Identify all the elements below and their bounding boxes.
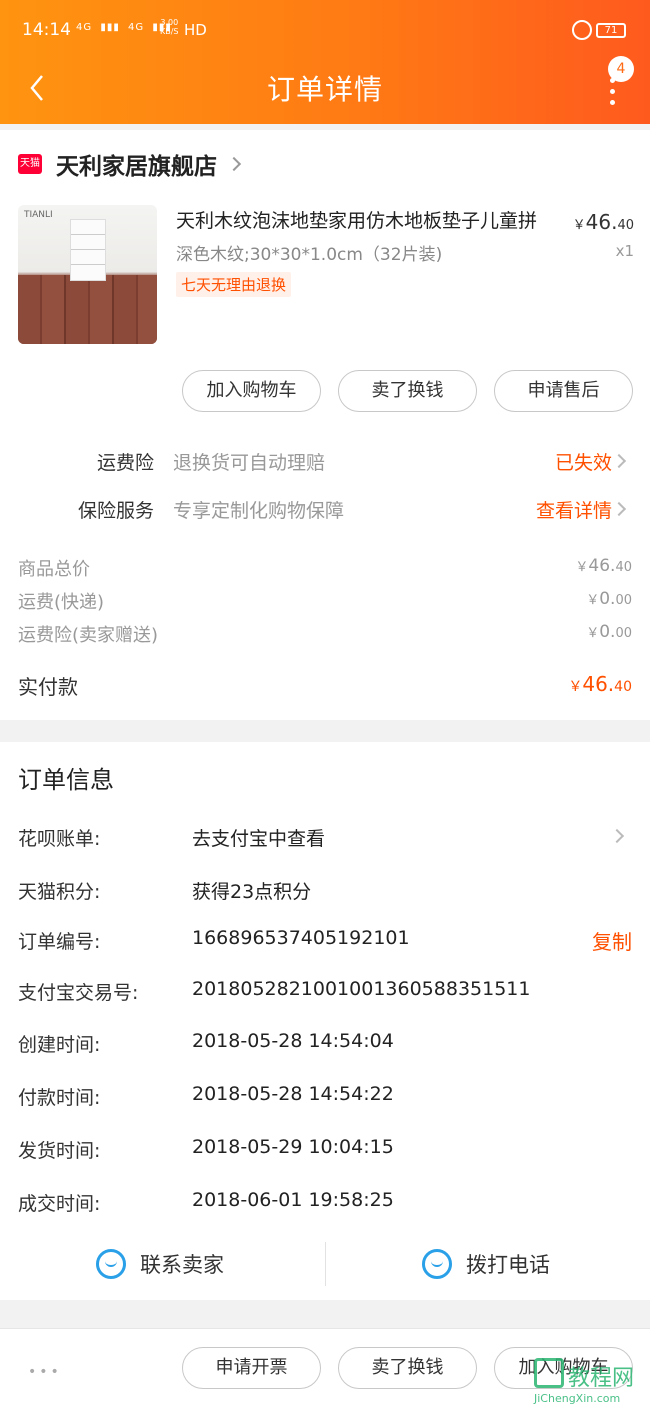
product-image[interactable]: TIANLI [18,205,157,344]
amount-int: 46. [582,672,615,696]
tmall-icon: 天猫 [18,154,42,174]
product-image-logo: TIANLI [24,210,53,220]
request-invoice-button[interactable]: 申请开票 [182,1347,321,1389]
watermark-logo: 教程网 JiChengXin.com [534,1358,650,1408]
resell-bottom-button[interactable]: 卖了换钱 [338,1347,477,1389]
chat-icon [96,1249,126,1279]
after-sales-button[interactable]: 申请售后 [494,370,633,412]
call-phone-button[interactable]: 拨打电话 [422,1240,550,1288]
shipping-insurance-label: 运费险 [96,452,154,474]
battery-icon: 71 [596,23,626,38]
product-image-cabinet [70,219,106,281]
shipped-time-label: 发货时间: [18,1140,101,1162]
tmall-points-label: 天猫积分: [18,881,101,903]
signal-bars-1-icon: ▮▮▮ [100,22,120,33]
hd-indicator: HD [184,21,207,39]
phone-icon [422,1249,452,1279]
paid-label: 实付款 [18,675,78,699]
amount-int: 0. [599,622,616,642]
price-currency: ￥ [572,218,586,233]
watermark-icon [534,1358,564,1388]
copy-order-number-button[interactable]: 复制 [592,926,632,955]
price-dec: 40 [617,218,634,233]
product-image-floor [18,275,157,344]
goods-total-amount: ￥46.40 [575,556,632,576]
currency: ￥ [586,626,600,641]
shipping-fee-label: 运费(快递) [18,592,105,613]
completed-time-label: 成交时间: [18,1193,101,1215]
currency: ￥ [568,679,583,695]
shipping-fee-amount: ￥0.00 [586,589,632,609]
order-detail-page: 14:14 4G ▮▮▮ 4G ▮▮▮ 3.00 KB/S HD 71 订单详情… [0,0,650,1408]
signal-1: 4G [76,22,93,33]
network-speed: 3.00 KB/S [160,18,179,36]
order-number-value: 166896537405192101 [192,927,410,949]
contact-seller-button[interactable]: 联系卖家 [96,1240,224,1288]
divider [325,1242,326,1286]
shop-header[interactable]: 天猫 天利家居旗舰店 [18,146,242,182]
amount-dec: 00 [615,626,632,641]
chevron-right-icon [226,156,242,172]
header: 14:14 4G ▮▮▮ 4G ▮▮▮ 3.00 KB/S HD 71 订单详情… [0,0,650,124]
more-actions-button[interactable]: ••• [28,1364,62,1380]
alarm-icon [572,20,592,40]
amount-int: 0. [599,589,616,609]
call-phone-label: 拨打电话 [466,1253,550,1277]
resell-button[interactable]: 卖了换钱 [338,370,477,412]
currency: ￥ [586,593,600,608]
created-time-value: 2018-05-28 14:54:04 [192,1030,394,1052]
amount-int: 46. [588,556,616,576]
goods-total-label: 商品总价 [18,559,90,580]
shop-name: 天利家居旗舰店 [56,154,217,180]
insurance-service-label: 保险服务 [77,500,154,522]
amount-dec: 40 [614,679,632,695]
watermark-url: JiChengXin.com [534,1392,621,1405]
paid-amount: ￥46.40 [568,672,632,696]
paid-time-label: 付款时间: [18,1087,101,1109]
huabei-bill-label: 花呗账单: [18,828,101,850]
completed-time-value: 2018-06-01 19:58:25 [192,1189,394,1211]
product-price: ￥46.40 [560,210,634,234]
insurance-service-desc: 专享定制化购物保障 [173,500,345,522]
created-time-label: 创建时间: [18,1034,101,1056]
add-to-cart-button[interactable]: 加入购物车 [182,370,321,412]
alipay-trade-label: 支付宝交易号: [18,982,139,1004]
price-int: 46. [585,210,618,234]
amount-dec: 40 [615,560,632,575]
shipping-insurance-desc: 退换货可自动理赔 [173,452,326,474]
speed-unit: KB/S [160,27,179,36]
shipped-time-value: 2018-05-29 10:04:15 [192,1136,394,1158]
contact-seller-label: 联系卖家 [140,1253,224,1277]
more-menu-button[interactable]: 4 [598,56,634,106]
huabei-bill-link[interactable]: 去支付宝中查看 [192,824,325,851]
order-info-title: 订单信息 [18,766,114,794]
signal-2: 4G [128,22,145,33]
paid-time-value: 2018-05-28 14:54:22 [192,1083,394,1105]
order-number-label: 订单编号: [18,931,101,953]
return-policy-tag: 七天无理由退换 [176,272,292,297]
product-title[interactable]: 天利木纹泡沫地垫家用仿木地板垫子儿童拼 [176,206,556,233]
page-title: 订单详情 [266,73,383,106]
product-quantity: x1 [615,242,634,260]
alipay-trade-value: 2018052821001001360588351511 [192,978,531,1000]
more-dots-icon [610,78,615,111]
shipping-insurance-fee-amount: ￥0.00 [586,622,632,642]
shipping-insurance-status[interactable]: 已失效 [555,448,612,475]
currency: ￥ [575,560,589,575]
speed-value: 3.00 [160,18,179,27]
status-time: 14:14 [22,20,71,40]
amount-dec: 00 [615,593,632,608]
shipping-insurance-fee-label: 运费险(卖家赠送) [18,625,159,646]
insurance-details-link[interactable]: 查看详情 [536,496,612,523]
watermark-text: 教程网 [568,1366,635,1391]
tmall-points-value: 获得23点积分 [192,881,312,903]
product-spec: 深色木纹;30*30*1.0cm（32片装) [176,245,443,265]
status-bar: 14:14 4G ▮▮▮ 4G ▮▮▮ 3.00 KB/S HD 71 [0,14,650,50]
